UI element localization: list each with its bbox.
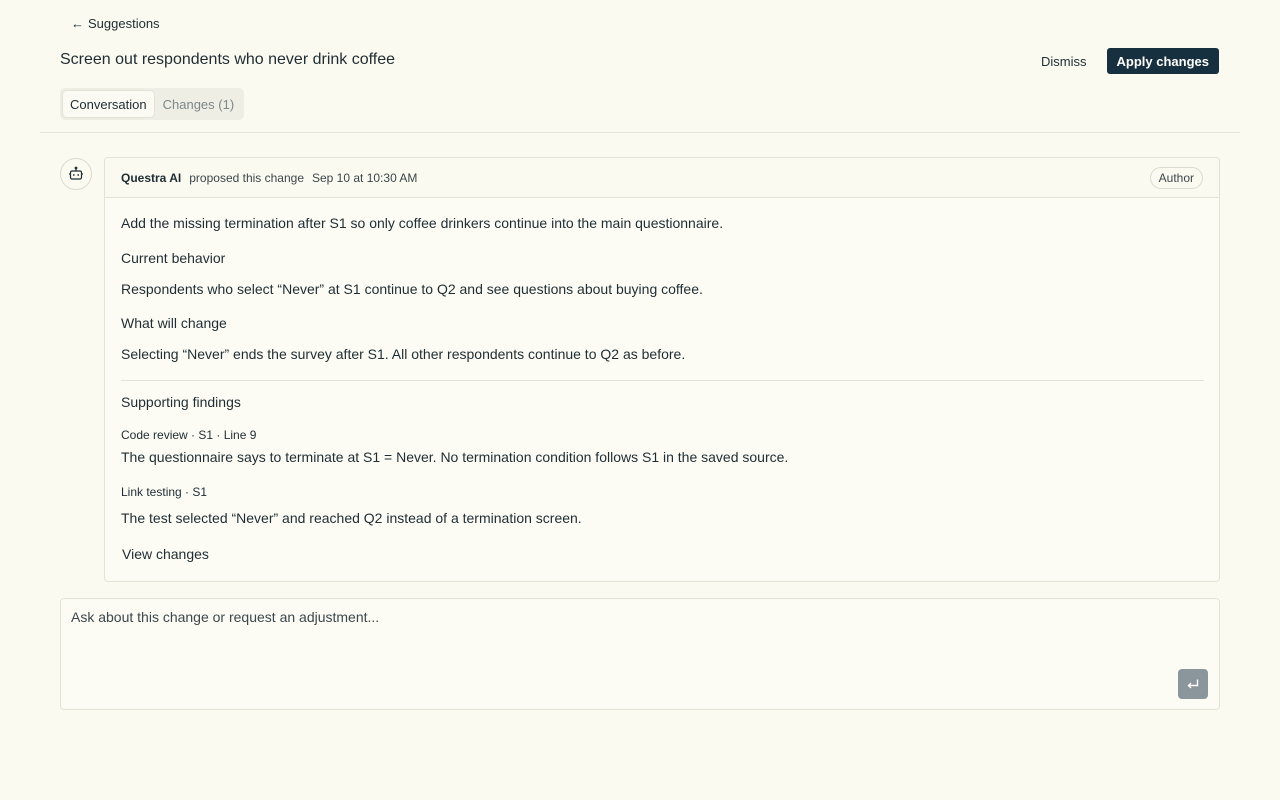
tab-conversation[interactable]: Conversation bbox=[63, 91, 154, 117]
page: ← Suggestions Screen out respondents who… bbox=[0, 0, 1280, 800]
avatar bbox=[60, 158, 92, 190]
tab-bar: Conversation Changes (1) bbox=[60, 88, 245, 120]
return-icon bbox=[1187, 679, 1199, 689]
finding-text: The test selected “Never” and reached Q2… bbox=[121, 510, 582, 526]
summary-text: Add the missing termination after S1 so … bbox=[121, 215, 724, 231]
finding-label: Code review · S1 · Line 9 bbox=[121, 428, 257, 442]
back-link-label: Suggestions bbox=[88, 16, 160, 31]
tab-changes[interactable]: Changes (1) bbox=[156, 91, 242, 117]
message-composer bbox=[60, 598, 1220, 710]
message-header: Questra AI proposed this change Sep 10 a… bbox=[105, 158, 1219, 198]
supporting-findings-heading: Supporting findings bbox=[121, 394, 241, 410]
header-actions: Dismiss Apply changes bbox=[1041, 48, 1219, 74]
finding-label: Link testing · S1 bbox=[121, 485, 208, 499]
send-button[interactable] bbox=[1178, 669, 1208, 699]
message-card: Questra AI proposed this change Sep 10 a… bbox=[104, 157, 1220, 582]
page-title: Screen out respondents who never drink c… bbox=[60, 51, 396, 68]
message-input[interactable] bbox=[61, 599, 1219, 709]
current-behavior-text: Respondents who select “Never” at S1 con… bbox=[121, 281, 703, 297]
what-will-change-heading: What will change bbox=[121, 315, 227, 331]
findings-divider bbox=[121, 380, 1204, 381]
view-changes-link[interactable]: View changes bbox=[122, 546, 209, 562]
dismiss-button[interactable]: Dismiss bbox=[1041, 50, 1087, 73]
what-will-change-text: Selecting “Never” ends the survey after … bbox=[121, 346, 686, 362]
robot-icon bbox=[69, 166, 83, 180]
header-divider bbox=[40, 132, 1240, 133]
back-arrow-icon: ← bbox=[71, 16, 84, 31]
apply-changes-button[interactable]: Apply changes bbox=[1106, 48, 1219, 74]
author-name: Questra AI bbox=[121, 170, 182, 185]
finding-text: The questionnaire says to terminate at S… bbox=[121, 449, 789, 465]
back-to-suggestions-link[interactable]: ← Suggestions bbox=[71, 16, 160, 31]
author-badge: Author bbox=[1149, 166, 1203, 189]
message-timestamp: Sep 10 at 10:30 AM bbox=[312, 170, 418, 185]
current-behavior-heading: Current behavior bbox=[121, 250, 226, 266]
message-action: proposed this change bbox=[189, 170, 304, 185]
